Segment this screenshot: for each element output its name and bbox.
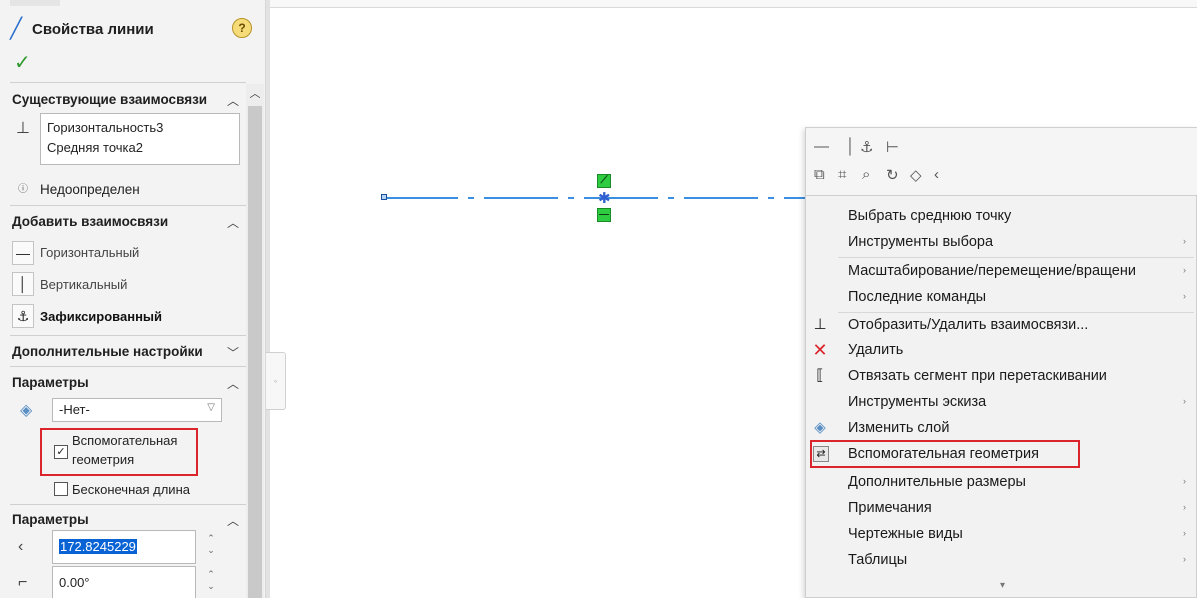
menu-item-selection-tools[interactable]: Инструменты выбора › (806, 230, 1197, 256)
fix-anchor-icon[interactable]: ⚓ (12, 304, 34, 328)
relation-vertical[interactable]: Вертикальный (40, 277, 127, 292)
submenu-arrow-icon: › (1183, 502, 1186, 512)
copy-entities-icon[interactable]: ⧉ (814, 166, 825, 183)
expand-chevron-icon[interactable]: ﹀ (227, 344, 239, 361)
smart-dimension-icon[interactable]: ⊢ (886, 138, 899, 156)
delete-icon: ✕ (812, 340, 828, 360)
parameters-header[interactable]: Параметры (12, 512, 89, 527)
detach-segment-icon: ⟦ (816, 367, 824, 384)
line-tool-icon: ╱ (10, 18, 23, 40)
relation-horizontal[interactable]: Горизонтальный (40, 245, 139, 260)
construction-geometry-icon: ⇄ (813, 446, 829, 462)
panel-title: Свойства линии (32, 21, 154, 38)
collapse-chevron-icon[interactable]: ︿ (227, 214, 239, 231)
delta-angle-icon: ⌐ (18, 574, 28, 591)
panel-tab[interactable] (10, 0, 60, 6)
options-header[interactable]: Параметры (12, 375, 89, 390)
menu-item-detach-segment[interactable]: ⟦ Отвязать сегмент при перетаскивании (806, 364, 1197, 390)
angle-value: 172.8245229 (59, 539, 137, 554)
menu-item-construction-geometry[interactable]: ⇄ Вспомогательная геометрия (806, 442, 1197, 468)
relation-fixed[interactable]: Зафиксированный (40, 309, 162, 324)
menu-item-sketch-tools[interactable]: Инструменты эскиза › (806, 390, 1197, 416)
chevron-down-icon: ▽ (207, 402, 215, 413)
list-item[interactable]: Средняя точка2 (47, 138, 233, 158)
advanced-settings-header[interactable]: Дополнительные настройки (12, 344, 203, 359)
midpoint-marker[interactable]: ✱ (598, 189, 611, 207)
infinite-length-checkbox[interactable] (54, 482, 68, 496)
submenu-arrow-icon: › (1183, 236, 1186, 246)
submenu-arrow-icon: › (1183, 396, 1186, 406)
construction-label-2: геометрия (72, 452, 135, 467)
layer-icon: ◈ (20, 402, 33, 419)
submenu-arrow-icon: › (1183, 528, 1186, 538)
angle-spinner[interactable]: ⌃ ⌄ (204, 532, 218, 562)
sketch-text-icon[interactable]: ⌗ (838, 166, 846, 183)
layer-select[interactable]: -Нет- ▽ (52, 398, 222, 422)
submenu-arrow-icon: › (1183, 554, 1186, 564)
scroll-up-arrow-icon[interactable]: ︿ (246, 86, 264, 102)
menu-item-select-midpoint[interactable]: Выбрать среднюю точку (806, 204, 1197, 230)
more-items-arrow-icon[interactable]: ▾ (1000, 580, 1005, 591)
line-endpoint-start[interactable] (381, 194, 387, 200)
collapse-chevron-icon[interactable]: ︿ (227, 512, 239, 529)
info-icon: ⓘ (18, 184, 28, 195)
menu-item-tables[interactable]: Таблицы › (806, 548, 1197, 574)
rotate-view-icon[interactable]: ↻ (886, 166, 899, 184)
collapse-chevron-icon[interactable]: ︿ (227, 375, 239, 392)
delta-value: 0.00° (59, 575, 90, 590)
layer-select-value: -Нет- (59, 402, 90, 417)
graphics-area-top-edge (270, 0, 1197, 8)
submenu-arrow-icon: › (1183, 265, 1186, 275)
horizontal-relation-glyph[interactable]: — (597, 208, 611, 222)
menu-item-drawing-views[interactable]: Чертежные виды › (806, 522, 1197, 548)
submenu-arrow-icon: › (1183, 291, 1186, 301)
horizontal-relation-icon[interactable]: — (814, 138, 829, 155)
submenu-arrow-icon: › (1183, 476, 1186, 486)
vertical-relation-icon[interactable]: │ (846, 138, 855, 155)
scrollbar-thumb[interactable] (248, 106, 262, 598)
context-toolbar: — │ ⚓ ⊢ ⧉ ⌗ ⌕ ↻ ◇ ‹ (806, 128, 1197, 196)
panel-collapse-handle[interactable]: ◦ (266, 352, 286, 410)
zoom-selection-icon[interactable]: ⌕ (862, 166, 870, 183)
normal-to-icon[interactable]: ◇ (910, 166, 922, 184)
existing-relations-list[interactable]: Горизонтальность3 Средняя точка2 (40, 113, 240, 165)
delta-input[interactable]: 0.00° (52, 566, 196, 598)
menu-item-more-dimensions[interactable]: Дополнительные размеры › (806, 470, 1197, 496)
add-relations-header[interactable]: Добавить взаимосвязи (12, 214, 168, 229)
menu-item-change-layer[interactable]: ◈ Изменить слой (806, 416, 1197, 442)
existing-relations-header[interactable]: Существующие взаимосвязи (12, 92, 207, 107)
angle-icon: ‹ (18, 538, 24, 555)
context-menu: — │ ⚓ ⊢ ⧉ ⌗ ⌕ ↻ ◇ ‹ Выбрать среднюю точк… (805, 127, 1197, 598)
help-icon[interactable]: ? (232, 18, 252, 38)
menu-item-zoom-pan-rotate[interactable]: Масштабирование/перемещение/вращени › (806, 259, 1197, 285)
list-item[interactable]: Горизонтальность3 (47, 118, 233, 138)
panel-splitter[interactable] (266, 0, 270, 598)
ok-checkmark-icon[interactable]: ✓ (14, 50, 31, 75)
menu-item-recent-commands[interactable]: Последние команды › (806, 285, 1197, 311)
angle-tool-icon[interactable]: ‹ (934, 166, 939, 183)
infinite-length-label: Бесконечная длина (72, 482, 190, 497)
delta-spinner[interactable]: ⌃ ⌄ (204, 568, 218, 598)
status-text: Недоопределен (40, 182, 140, 197)
perpendicular-relation-icon: ⊥ (16, 120, 30, 137)
horizontal-relation-icon[interactable]: — (12, 241, 34, 265)
property-manager-panel: ╱ Свойства линии ? ✓ Существующие взаимо… (0, 0, 266, 598)
construction-label-1: Вспомогательная (72, 433, 178, 448)
display-relations-icon: ⊥ (813, 316, 827, 333)
menu-item-delete[interactable]: ✕ Удалить (806, 338, 1197, 364)
angle-input[interactable]: 172.8245229 (52, 530, 196, 564)
menu-item-annotations[interactable]: Примечания › (806, 496, 1197, 522)
layer-icon: ◈ (814, 419, 826, 436)
menu-item-display-delete-relations[interactable]: ⊥ Отобразить/Удалить взаимосвязи... (806, 313, 1197, 339)
midpoint-relation-glyph[interactable]: ⟋ (597, 174, 611, 188)
construction-checkbox[interactable]: ✓ (54, 445, 68, 459)
collapse-chevron-icon[interactable]: ︿ (227, 92, 239, 109)
vertical-relation-icon[interactable]: │ (12, 272, 34, 296)
fix-anchor-icon[interactable]: ⚓ (860, 138, 873, 156)
